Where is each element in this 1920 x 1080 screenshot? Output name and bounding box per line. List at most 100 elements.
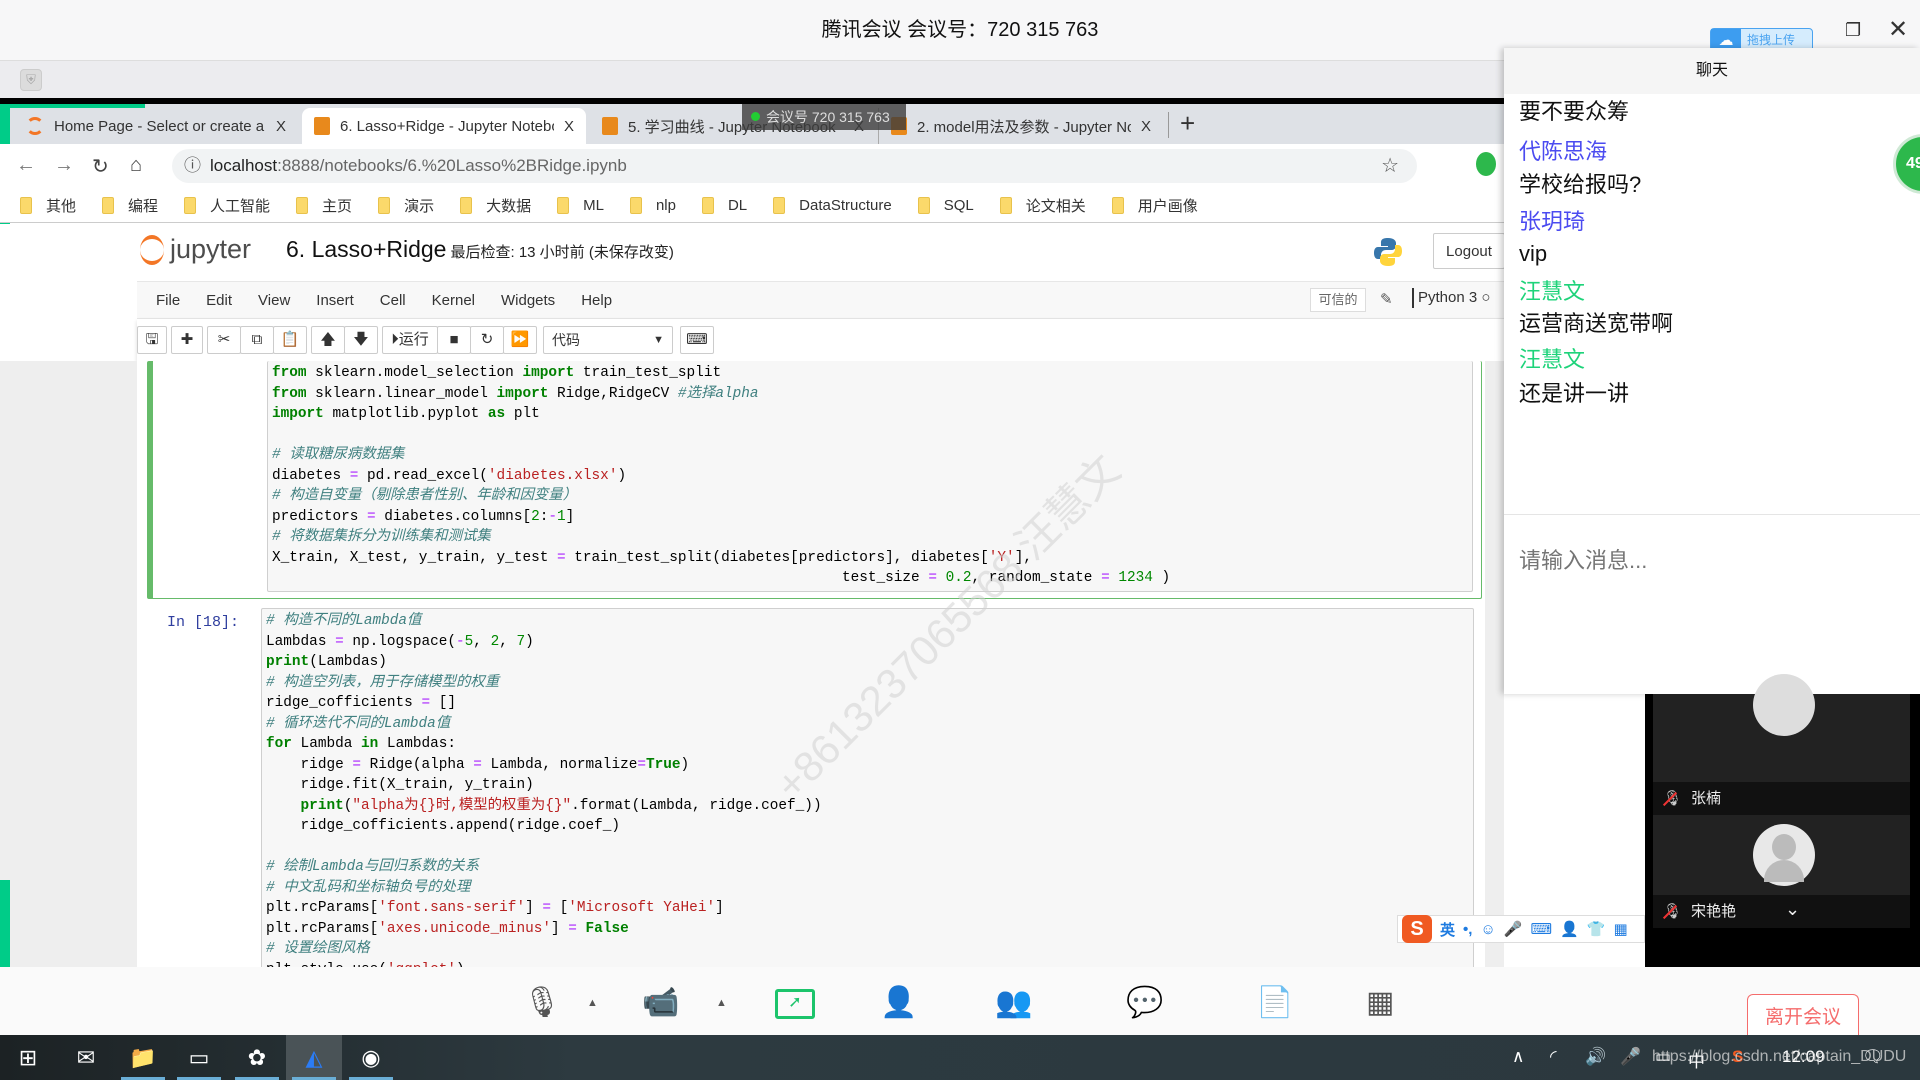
close-window-icon[interactable]: ✕: [1888, 15, 1908, 44]
forward-icon[interactable]: →: [54, 154, 74, 177]
participant-tile[interactable]: [1653, 674, 1910, 782]
bookmark-star-icon[interactable]: ☆: [1381, 149, 1399, 183]
logout-button[interactable]: Logout: [1433, 233, 1505, 269]
menu-widgets[interactable]: Widgets: [501, 292, 555, 309]
kernel-name: Python 3: [1418, 289, 1478, 306]
tab-lasso-ridge[interactable]: 6. Lasso+Ridge - Jupyter Notebook X: [302, 108, 586, 144]
close-tab-icon[interactable]: X: [564, 118, 574, 135]
bookmark-item[interactable]: 主页: [296, 195, 352, 216]
restart-button[interactable]: ↻: [470, 326, 504, 354]
invite-member-icon[interactable]: 👤: [880, 985, 917, 1020]
bookmark-item[interactable]: 用户画像: [1111, 195, 1198, 216]
tab-home[interactable]: Home Page - Select or create a X: [14, 108, 298, 144]
url-input[interactable]: ⓘ localhost:8888/notebooks/6.%20Lasso%2BR…: [172, 149, 1417, 183]
kernel-indicator[interactable]: Python 3 ○: [1412, 288, 1490, 308]
bookmark-item[interactable]: ML: [557, 197, 604, 214]
bookmark-item[interactable]: 论文相关: [999, 195, 1086, 216]
restore-window-icon[interactable]: ❐: [1845, 20, 1861, 41]
menu-help[interactable]: Help: [581, 292, 612, 309]
code-cell[interactable]: from sklearn.model_selection import trai…: [147, 361, 1482, 599]
run-button[interactable]: ⏵运行: [382, 326, 438, 354]
punctuation-icon[interactable]: •,: [1463, 921, 1472, 938]
keyboard-icon[interactable]: ⌨: [1530, 920, 1552, 938]
cell-type-select[interactable]: 代码 ▼: [543, 326, 673, 354]
bookmark-item[interactable]: 其他: [20, 195, 76, 216]
bookmark-item[interactable]: 编程: [102, 195, 158, 216]
emoji-icon[interactable]: ☺: [1480, 921, 1495, 938]
close-tab-icon[interactable]: X: [276, 118, 286, 135]
apps-icon[interactable]: ▦: [1366, 985, 1394, 1020]
document-icon[interactable]: 📄: [1256, 985, 1293, 1020]
windows-start-icon[interactable]: ⊞: [0, 1035, 56, 1080]
mail-icon[interactable]: ✉: [58, 1035, 114, 1080]
reload-icon[interactable]: ↻: [92, 154, 109, 179]
toolbox-icon[interactable]: ▦: [1613, 920, 1627, 938]
file-explorer-icon[interactable]: 📁: [115, 1035, 171, 1080]
code-cell[interactable]: In [18]: # 构造不同的Lambda值 Lambdas = np.logsp…: [147, 608, 1482, 978]
menu-edit[interactable]: Edit: [206, 292, 232, 309]
terminal-icon[interactable]: ▭: [171, 1035, 227, 1080]
baidu-netdisk-icon[interactable]: ✿: [229, 1035, 285, 1080]
notebook-title[interactable]: 6. Lasso+Ridge 最后检查: 13 小时前 (未保存改变): [286, 236, 674, 263]
insert-cell-button[interactable]: ✚: [171, 326, 203, 354]
chrome-icon[interactable]: ◉: [343, 1035, 399, 1080]
evernote-icon[interactable]: [1476, 152, 1496, 176]
chat-input[interactable]: [1519, 548, 1909, 574]
menu-insert[interactable]: Insert: [316, 292, 354, 309]
new-tab-button[interactable]: +: [1180, 108, 1195, 139]
jupyter-logo[interactable]: jupyter: [140, 234, 251, 265]
copy-button[interactable]: ⧉: [240, 326, 274, 354]
cut-button[interactable]: ✂: [207, 326, 241, 354]
voice-icon[interactable]: 🎤: [1504, 920, 1523, 938]
interrupt-button[interactable]: ■: [437, 326, 471, 354]
bookmark-item[interactable]: 演示: [378, 195, 434, 216]
bookmark-item[interactable]: SQL: [917, 197, 974, 214]
user-icon[interactable]: 👤: [1560, 920, 1579, 938]
paste-button[interactable]: 📋: [273, 326, 307, 354]
mic-options-arrow-icon[interactable]: ▲: [587, 997, 598, 1009]
mic-tray-icon[interactable]: 🎤: [1620, 1047, 1641, 1067]
wifi-icon[interactable]: ◜: [1550, 1047, 1557, 1067]
avatar: [1753, 674, 1815, 736]
members-icon[interactable]: 👥: [995, 985, 1032, 1020]
menu-view[interactable]: View: [258, 292, 290, 309]
notebook-name[interactable]: 6. Lasso+Ridge: [286, 236, 446, 262]
chat-icon[interactable]: 💬: [1126, 985, 1163, 1020]
trusted-indicator[interactable]: 可信的: [1310, 288, 1366, 312]
chevron-down-icon[interactable]: ⌄: [1785, 893, 1800, 926]
tab-model-usage[interactable]: 2. model用法及参数 - Jupyter Notebook X: [878, 108, 1163, 144]
leave-meeting-button[interactable]: 离开会议: [1747, 994, 1859, 1035]
volume-icon[interactable]: 🔊: [1585, 1047, 1606, 1067]
bookmark-item[interactable]: 大数据: [460, 195, 531, 216]
bookmark-item[interactable]: DL: [701, 197, 747, 214]
screen-share-icon[interactable]: ➚: [775, 989, 815, 1019]
code-line: predictors = diabetes.columns[2:-1]: [272, 508, 575, 525]
close-tab-icon[interactable]: X: [1141, 118, 1151, 135]
bookmark-item[interactable]: nlp: [629, 197, 676, 214]
skin-icon[interactable]: 👕: [1587, 920, 1606, 938]
camera-options-arrow-icon[interactable]: ▲: [716, 997, 727, 1009]
menu-cell[interactable]: Cell: [380, 292, 406, 309]
code-editor[interactable]: from sklearn.model_selection import trai…: [267, 361, 1473, 592]
camera-off-icon[interactable]: 📹: [642, 985, 679, 1020]
menu-kernel[interactable]: Kernel: [432, 292, 475, 309]
sogou-icon[interactable]: S: [1402, 915, 1432, 943]
back-icon[interactable]: ←: [16, 154, 36, 177]
participant-name: 宋艳艳: [1691, 903, 1737, 920]
menu-file[interactable]: File: [156, 292, 180, 309]
tencent-meeting-icon[interactable]: ◭: [286, 1035, 342, 1080]
ime-mode[interactable]: 英: [1440, 919, 1455, 940]
bookmark-item[interactable]: 人工智能: [184, 195, 270, 216]
code-editor[interactable]: # 构造不同的Lambda值 Lambdas = np.logspace(-5, …: [261, 608, 1474, 978]
move-down-button[interactable]: 🡇: [344, 326, 378, 354]
tray-expand-icon[interactable]: ∧: [1512, 1047, 1524, 1067]
home-icon[interactable]: ⌂: [130, 154, 142, 177]
bookmark-item[interactable]: DataStructure: [773, 197, 892, 214]
save-button[interactable]: 🖫: [137, 326, 167, 354]
mic-muted-icon[interactable]: 🎙: [523, 985, 561, 1020]
restart-run-all-button[interactable]: ⏩: [503, 326, 537, 354]
url-host: localhost: [210, 156, 278, 175]
participant-tile[interactable]: [1653, 815, 1910, 895]
command-palette-button[interactable]: ⌨: [680, 326, 714, 354]
move-up-button[interactable]: 🡅: [311, 326, 345, 354]
